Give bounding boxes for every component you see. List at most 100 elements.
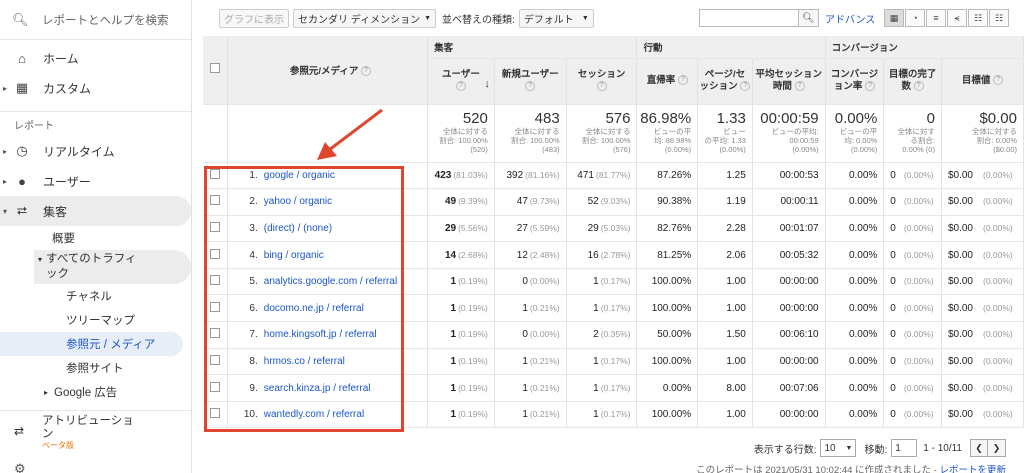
help-icon[interactable]: ? <box>596 81 607 92</box>
sidebar-item-source-medium[interactable]: 参照元 / メディア <box>0 332 183 356</box>
table-row[interactable]: 4. bing / organic 14 (2.68%) 12 (2.48%) 16 (2.7… <box>203 241 1024 269</box>
cell-sessions: 471 (81.77%) <box>566 162 638 190</box>
comparison-view-icon[interactable]: ⪪ <box>947 9 967 27</box>
row-checkbox[interactable] <box>209 301 220 312</box>
help-icon[interactable]: ? <box>865 81 876 92</box>
cell-conversion-rate: 0.00% <box>825 321 885 349</box>
chevron-left-icon: ❮ <box>975 442 983 453</box>
row-checkbox[interactable] <box>209 195 220 206</box>
select-all-cell[interactable] <box>203 36 228 105</box>
source-medium-link[interactable]: hrmos.co / referral <box>264 356 345 367</box>
cell-bounce-rate: 100.00% <box>636 268 699 296</box>
source-medium-link[interactable]: wantedly.com / referral <box>264 409 364 420</box>
performance-view-icon[interactable]: ≡ <box>926 9 946 27</box>
sort-type-dropdown[interactable]: デフォルト ▼ <box>518 8 594 28</box>
table-row[interactable]: 2. yahoo / organic 49 (9.39%) 47 (9.73%) 52 (9.… <box>203 188 1024 216</box>
row-checkbox[interactable] <box>209 381 220 392</box>
source-medium-link[interactable]: docomo.ne.jp / referral <box>264 303 364 314</box>
search-icon[interactable]: 🔍︎ <box>799 9 819 27</box>
sidebar-item-realtime[interactable]: ▸ ◷ リアルタイム <box>0 136 191 166</box>
source-medium-link[interactable]: analytics.google.com / referral <box>264 276 397 287</box>
table-row[interactable]: 9. search.kinza.jp / referral 1 (0.19%) 1 (0.… <box>203 374 1024 402</box>
secondary-dimension-dropdown[interactable]: セカンダリ ディメンション ▼ <box>293 8 437 28</box>
table-row[interactable]: 3. (direct) / (none) 29 (5.56%) 27 (5.59%) 29(… <box>203 215 1024 243</box>
row-index: 1. <box>249 169 258 181</box>
row-checkbox[interactable] <box>209 248 220 259</box>
sidebar-item-home[interactable]: ⌂ ホーム <box>0 43 191 73</box>
advanced-filter-link[interactable]: アドバンス <box>825 11 875 26</box>
column-goal-completions[interactable]: 目標の完了数 ? <box>883 58 942 105</box>
select-all-checkbox[interactable] <box>209 63 220 74</box>
table-row[interactable]: 5. analytics.google.com / referral 1 (0.19%… <box>203 268 1024 296</box>
column-sessions[interactable]: セッション? <box>566 58 638 105</box>
help-icon[interactable]: ? <box>677 75 688 86</box>
sidebar-item-referrals[interactable]: 参照サイト <box>0 356 191 380</box>
row-checkbox[interactable] <box>209 328 220 339</box>
cell-bounce-rate: 100.00% <box>636 348 699 376</box>
table-row[interactable]: 6. docomo.ne.jp / referral 1 (0.19%) 1 (0.21%… <box>203 294 1024 323</box>
help-icon[interactable]: ? <box>740 81 751 92</box>
column-conversion-rate[interactable]: コンバージ ョン率 ? <box>825 58 885 105</box>
settings-gear-icon[interactable]: ⚙ <box>14 461 26 473</box>
cell-pages-per-session: 1.50 <box>697 321 753 349</box>
collapse-arrow-icon: ▾ <box>38 255 43 264</box>
cell-users: 1 (0.19%) <box>427 374 495 402</box>
cell-new-users: 1 (0.21%) <box>494 348 567 376</box>
help-icon[interactable]: ? <box>913 81 924 92</box>
table-row[interactable]: 10. wantedly.com / referral 1 (0.19%) 1 (0.21… <box>203 401 1024 429</box>
column-avg-session-duration[interactable]: 平均セッション 時間 ? <box>752 58 826 105</box>
table-row[interactable]: 7. home.kingsoft.jp / referral 1 (0.19%) 0 (0… <box>203 321 1024 349</box>
sidebar-item-channels[interactable]: チャネル <box>0 284 191 308</box>
chevron-right-icon: ❯ <box>992 442 1001 453</box>
cell-new-users: 1 (0.21%) <box>494 374 567 402</box>
source-medium-link[interactable]: (direct) / (none) <box>264 223 332 234</box>
source-medium-link[interactable]: google / organic <box>264 170 335 181</box>
column-bounce-rate[interactable]: 直帰率 ? <box>636 58 699 105</box>
column-pages-per-session[interactable]: ページ/セ ッション ? <box>697 58 753 105</box>
sidebar-item-overview[interactable]: 概要 <box>0 226 191 250</box>
sidebar-item-all-traffic[interactable]: ▾ すべてのトラフィ ック <box>34 250 191 284</box>
help-icon[interactable]: ? <box>794 81 805 92</box>
table-view-icon[interactable]: ▦ <box>884 9 904 27</box>
column-new-users[interactable]: 新規ユーザー? <box>494 58 567 105</box>
help-icon[interactable]: ? <box>993 75 1004 86</box>
row-checkbox[interactable] <box>209 408 220 419</box>
sidebar-item-attribution[interactable]: ⇄ アトリビューショ ン ベータ版 <box>0 411 191 451</box>
refresh-report-link[interactable]: レポートを更新 <box>939 465 1006 473</box>
column-goal-value[interactable]: 目標値 ? <box>941 58 1024 105</box>
column-users[interactable]: ユーザー? ↓ <box>427 58 495 105</box>
sidebar-item-acquisition[interactable]: ▾ ⮂ 集客 <box>0 196 191 226</box>
sidebar-item-custom[interactable]: ▸ ▦ カスタム <box>0 73 191 103</box>
source-medium-link[interactable]: bing / organic <box>264 250 324 261</box>
table-row[interactable]: 1. google / organic 423 (81.03%) 392 (81.16%)… <box>203 162 1024 190</box>
prev-page-button[interactable]: ❮ <box>970 439 988 457</box>
cell-pages-per-session: 1.19 <box>697 188 753 216</box>
sidebar-item-users[interactable]: ▸ ● ユーザー <box>0 166 191 196</box>
term-cloud-icon[interactable]: ☷ <box>968 9 988 27</box>
pie-view-icon[interactable]: ◔ <box>905 9 925 27</box>
next-page-button[interactable]: ❯ <box>988 439 1006 457</box>
source-medium-link[interactable]: search.kinza.jp / referral <box>264 383 371 394</box>
row-checkbox[interactable] <box>209 168 220 179</box>
help-icon[interactable]: ? <box>455 81 466 92</box>
source-medium-link[interactable]: home.kingsoft.jp / referral <box>264 329 377 340</box>
help-icon[interactable]: ? <box>360 66 371 77</box>
row-checkbox[interactable] <box>209 275 220 286</box>
table-search-input[interactable] <box>699 9 799 27</box>
rows-per-page-select[interactable]: 10 ▼ <box>820 439 857 457</box>
column-source-medium[interactable]: 参照元/メディア ? <box>227 36 429 105</box>
table-row[interactable]: 8. hrmos.co / referral 1 (0.19%) 1 (0.21%) 1 (0… <box>203 348 1024 376</box>
source-medium-link[interactable]: yahoo / organic <box>264 196 332 207</box>
row-checkbox[interactable] <box>209 221 220 232</box>
row-index: 3. <box>249 222 258 234</box>
sidebar-item-treemap[interactable]: ツリーマップ <box>0 308 191 332</box>
cell-sessions: 1 (0.17%) <box>566 268 638 296</box>
pivot-view-icon[interactable]: ☷ <box>989 9 1009 27</box>
help-icon[interactable]: ? <box>525 81 536 92</box>
row-checkbox[interactable] <box>209 354 220 365</box>
row-index: 6. <box>249 302 258 314</box>
sidebar-search[interactable]: 🔍︎ レポートとヘルプを検索 <box>0 0 191 40</box>
plot-rows-button[interactable]: グラフに表示 <box>219 8 289 28</box>
goto-page-input[interactable]: 1 <box>891 439 918 457</box>
sidebar-item-google-ads[interactable]: ▸ Google 広告 <box>0 380 191 404</box>
